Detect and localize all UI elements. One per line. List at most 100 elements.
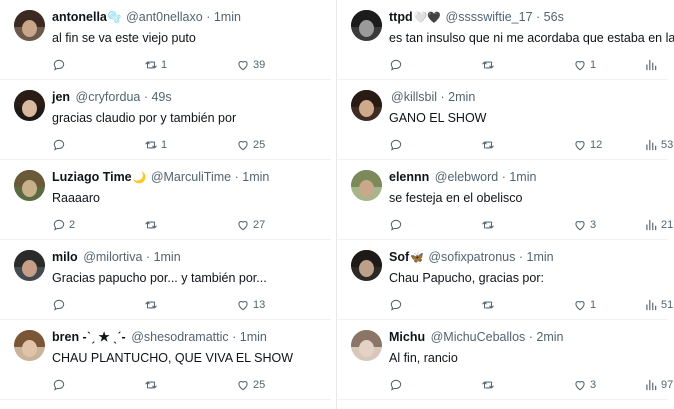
display-name[interactable]: elennn (389, 170, 429, 184)
user-handle[interactable]: @cryfordua (76, 90, 141, 104)
tweet-card[interactable]: Sof🦋 @sofixpatronus · 1min Chau Papucho,… (337, 240, 674, 320)
timestamp[interactable]: 2min (448, 90, 475, 104)
avatar[interactable] (351, 250, 382, 281)
avatar[interactable] (351, 330, 382, 361)
reply-button[interactable] (389, 296, 406, 314)
display-name[interactable]: jen (52, 90, 70, 104)
separator-dot: · (518, 250, 524, 264)
timestamp[interactable]: 1min (240, 330, 267, 344)
views-button[interactable]: 51 (644, 296, 673, 314)
reply-button[interactable] (389, 216, 406, 234)
user-handle[interactable]: @elebword (435, 170, 498, 184)
retweet-button[interactable] (481, 136, 498, 154)
retweet-icon (145, 301, 157, 309)
reply-icon (53, 59, 65, 71)
tweet-card[interactable]: Luziago Time🌙 @MarculiTime · 1min Raaaar… (0, 160, 337, 240)
reply-button[interactable] (389, 136, 406, 154)
retweet-button[interactable] (144, 216, 161, 234)
display-name[interactable]: Michu (389, 330, 425, 344)
retweet-button[interactable]: 1 (144, 136, 167, 154)
tweet-card[interactable]: antonella🫧 @ant0nellaxo · 1min al fin se… (0, 0, 337, 80)
tweet-text: gracias claudio por y también por (52, 111, 237, 125)
user-handle[interactable]: @sofixpatronus (428, 250, 515, 264)
heart-icon (575, 61, 585, 71)
timestamp[interactable]: 56s (544, 10, 564, 24)
user-handle[interactable]: @shesodramattic (131, 330, 228, 344)
avatar[interactable] (351, 170, 382, 201)
like-count: 27 (253, 219, 266, 231)
reply-button[interactable]: 2 (52, 216, 75, 234)
like-count: 1 (590, 59, 597, 71)
reply-button[interactable] (389, 56, 406, 74)
like-button[interactable]: 1 (573, 296, 596, 314)
display-name[interactable]: milo (52, 250, 78, 264)
user-handle[interactable]: @sssswiftie_17 (446, 10, 533, 24)
retweet-button[interactable] (144, 296, 161, 314)
tweet-card[interactable]: milo @milortiva · 1min Gracias papucho p… (0, 240, 337, 320)
tweet-card[interactable]: jen @cryfordua · 49s gracias claudio por… (0, 80, 337, 160)
avatar[interactable] (14, 330, 45, 361)
retweet-button[interactable] (481, 56, 498, 74)
views-button[interactable]: 537 (644, 136, 674, 154)
timestamp[interactable]: 2min (536, 330, 563, 344)
like-button[interactable]: 12 (573, 136, 602, 154)
display-name[interactable]: Sof (389, 250, 409, 264)
like-button[interactable]: 39 (236, 56, 265, 74)
tweet-card[interactable]: ttpd🤍🖤 @sssswiftie_17 · 56s es tan insul… (337, 0, 674, 80)
views-button[interactable] (644, 56, 661, 74)
display-name[interactable]: ttpd (389, 10, 413, 24)
display-name[interactable]: antonella (52, 10, 107, 24)
user-handle[interactable]: @MichuCeballos (431, 330, 526, 344)
separator-dot: · (234, 170, 239, 184)
retweet-button[interactable] (144, 376, 161, 394)
reply-button[interactable] (389, 376, 406, 394)
avatar[interactable] (14, 10, 45, 41)
avatar[interactable] (14, 250, 45, 281)
reply-button[interactable] (52, 136, 69, 154)
views-count: 51 (661, 299, 674, 311)
timestamp[interactable]: 1min (527, 250, 554, 264)
retweet-button[interactable] (481, 216, 498, 234)
display-name[interactable]: bren -ˋˏ ★ ˎˊ- (52, 330, 126, 344)
tweet-card[interactable]: @killsbil · 2min GANO EL SHOW 12 537 (337, 80, 674, 160)
timestamp[interactable]: 1min (214, 10, 241, 24)
timestamp[interactable]: 1min (242, 170, 269, 184)
user-handle[interactable]: @ant0nellaxo (126, 10, 203, 24)
timestamp[interactable]: 1min (154, 250, 181, 264)
user-handle[interactable]: @killsbil (391, 90, 437, 104)
like-button[interactable]: 13 (236, 296, 265, 314)
retweet-button[interactable] (481, 296, 498, 314)
tweet-card[interactable]: Michu @MichuCeballos · 2min Al fin, ranc… (337, 320, 674, 400)
reply-button[interactable] (52, 56, 69, 74)
tweet-divider (0, 399, 331, 400)
retweet-icon (145, 61, 157, 69)
tweet-card[interactable]: elennn @elebword · 1min se festeja en el… (337, 160, 674, 240)
avatar[interactable] (14, 90, 45, 121)
avatar[interactable] (351, 90, 382, 121)
like-button[interactable]: 1 (573, 56, 596, 74)
avatar[interactable] (14, 170, 45, 201)
avatar-face (359, 340, 374, 357)
timestamp[interactable]: 49s (151, 90, 171, 104)
retweet-button[interactable] (481, 376, 498, 394)
like-button[interactable]: 25 (236, 136, 265, 154)
display-name[interactable]: Luziago Time (52, 170, 132, 184)
tweet-card[interactable]: bren -ˋˏ ★ ˎˊ- @shesodramattic · 1min CH… (0, 320, 337, 400)
tweet-actions: 25 (52, 376, 327, 394)
views-button[interactable]: 217 (644, 216, 674, 234)
reply-button[interactable] (52, 296, 69, 314)
like-button[interactable]: 3 (573, 376, 596, 394)
views-button[interactable]: 97 (644, 376, 673, 394)
user-handle[interactable]: @milortiva (83, 250, 142, 264)
avatar[interactable] (351, 10, 382, 41)
like-button[interactable]: 3 (573, 216, 596, 234)
like-button[interactable]: 25 (236, 376, 265, 394)
tweet-text: CHAU PLANTUCHO, QUE VIVA EL SHOW (52, 351, 294, 365)
like-button[interactable]: 27 (236, 216, 265, 234)
user-handle[interactable]: @MarculiTime (151, 170, 231, 184)
reply-button[interactable] (52, 376, 69, 394)
retweet-button[interactable]: 1 (144, 56, 167, 74)
tweet-actions: 3 97 (389, 376, 673, 394)
timestamp[interactable]: 1min (509, 170, 536, 184)
tweet-text: GANO EL SHOW (389, 111, 487, 125)
